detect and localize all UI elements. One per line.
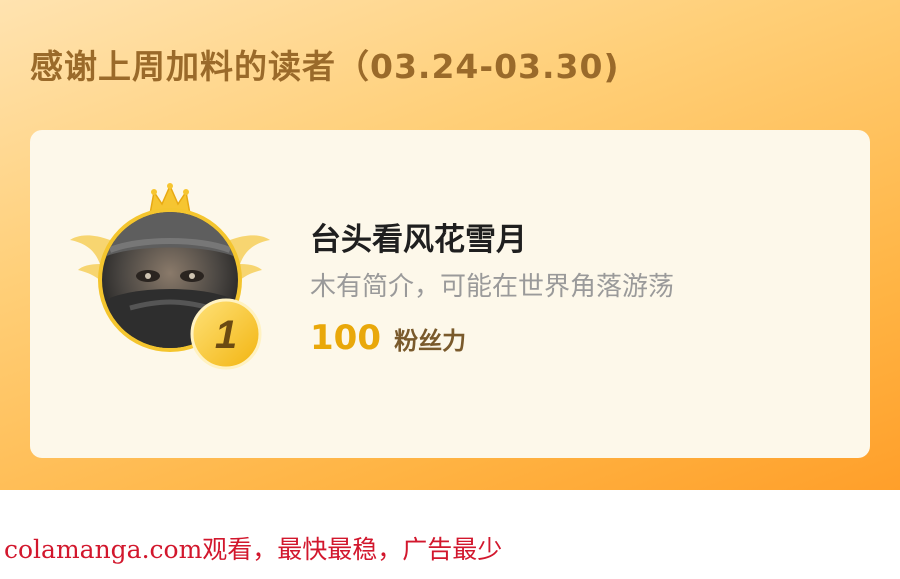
- reader-name[interactable]: 台头看风花雪月: [310, 214, 527, 259]
- page: 感谢上周加料的读者（03.24-03.30) 1 台头看风花雪月 木有简介，可能…: [0, 0, 900, 579]
- top-reader-avatar-group[interactable]: 1: [70, 180, 270, 380]
- avatar-graphic: 1: [70, 183, 270, 370]
- fan-power-value: 100: [310, 318, 381, 358]
- rank-badge-icon: 1: [190, 298, 262, 370]
- reader-bio: 木有简介，可能在世界角落游荡: [310, 272, 675, 302]
- fan-power-label: 粉丝力: [394, 327, 467, 355]
- rank-number: 1: [215, 313, 237, 357]
- fan-power-row: 100 粉丝力: [310, 318, 466, 358]
- site-watermark-text: colamanga.com观看，最快最稳，广告最少: [4, 535, 503, 564]
- banner-title: 感谢上周加料的读者（03.24-03.30): [30, 47, 620, 86]
